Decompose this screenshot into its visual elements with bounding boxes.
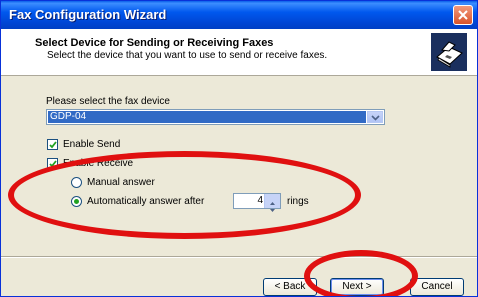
wizard-header: Select Device for Sending or Receiving F… (1, 29, 477, 76)
enable-send-checkbox[interactable] (47, 139, 58, 150)
close-button[interactable] (453, 5, 473, 25)
header-title: Select Device for Sending or Receiving F… (35, 37, 274, 49)
header-subtitle: Select the device that you want to use t… (47, 50, 328, 61)
fax-machine-icon (431, 33, 467, 71)
chevron-down-icon (371, 115, 380, 121)
dropdown-button[interactable] (367, 111, 383, 123)
cancel-button[interactable]: Cancel (410, 278, 464, 296)
window-title: Fax Configuration Wizard (9, 7, 167, 22)
checkmark-icon (49, 141, 57, 149)
wizard-window: Fax Configuration Wizard Select Device f… (0, 0, 478, 297)
annotation-ellipse (304, 250, 418, 296)
enable-send-label[interactable]: Enable Send (63, 139, 120, 150)
footer-divider (1, 256, 477, 258)
title-bar[interactable]: Fax Configuration Wizard (1, 1, 477, 29)
close-icon (458, 10, 468, 20)
device-label: Please select the fax device (46, 96, 170, 107)
device-select[interactable]: GDP-04 (46, 109, 385, 125)
annotation-ellipse (8, 151, 361, 239)
device-select-value: GDP-04 (48, 111, 366, 123)
